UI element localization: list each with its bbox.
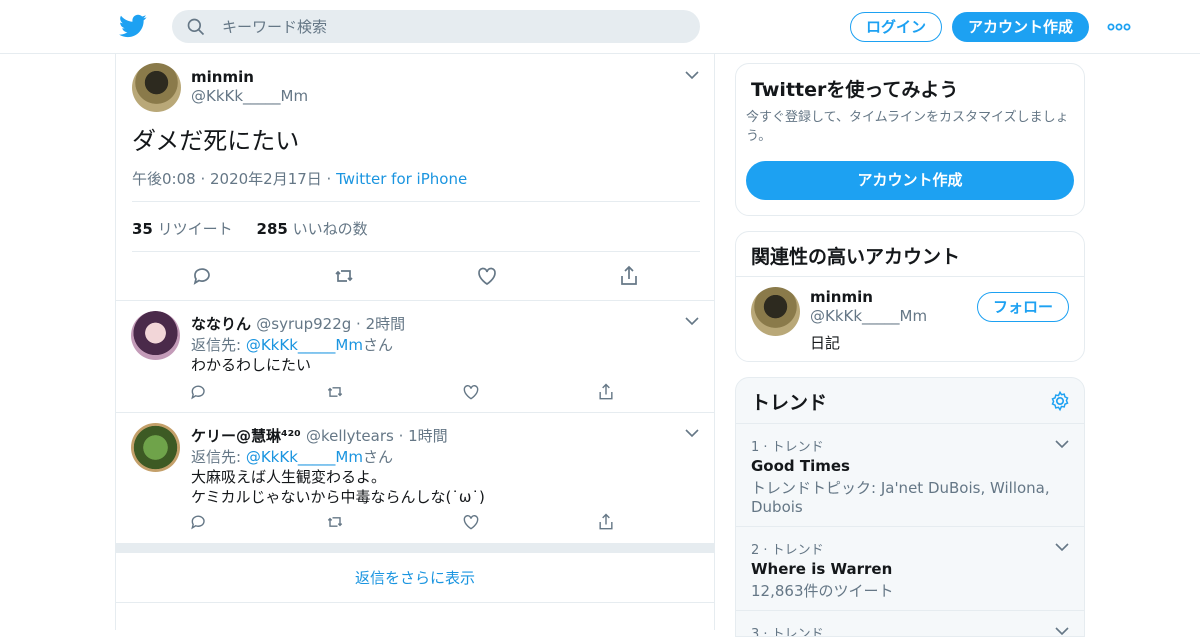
retweet-icon[interactable] [325,512,345,532]
chevron-down-icon[interactable] [685,70,699,80]
trend-subtitle: 12,863件のツイート [751,582,894,600]
reply-icon[interactable] [191,264,215,288]
signup-button[interactable]: アカウント作成 [952,12,1089,42]
like-icon[interactable] [461,382,481,402]
retweet-count[interactable]: 35 [132,220,153,238]
reply-to-handle-link[interactable]: @KkKk_____Mm [246,336,363,354]
chevron-down-icon[interactable] [1055,626,1069,636]
trend-item[interactable]: 3 · トレンド [736,610,1084,637]
reply-to-suffix: さん [362,336,393,354]
like-icon[interactable] [461,512,481,532]
search-input[interactable] [222,10,682,43]
share-icon[interactable] [596,512,616,532]
share-icon[interactable] [617,264,641,288]
like-icon[interactable] [475,264,499,288]
chevron-down-icon[interactable] [685,316,699,326]
tweet-timestamp[interactable]: 午後0:08 · 2020年2月17日 · [132,170,331,188]
reply-to: 返信先: @KkKk_____Mmさん [191,446,393,467]
related-account-handle[interactable]: @KkKk_____Mm [810,307,927,325]
retweet-icon[interactable] [332,264,356,288]
top-navigation-bar: ログイン アカウント作成 [0,0,1200,54]
signup-card-button[interactable]: アカウント作成 [746,161,1074,200]
like-label[interactable]: いいねの数 [293,220,368,238]
reply-author-name[interactable]: ケリー@慧琳⁴²⁰ [191,427,301,445]
login-button[interactable]: ログイン [850,12,942,42]
search-box[interactable] [172,10,700,43]
related-accounts-card: 関連性の高いアカウント minmin @KkKk_____Mm 日記 フォロー [735,231,1085,362]
search-icon [187,18,205,36]
divider [736,276,1084,277]
reply-author-handle[interactable]: @syrup922g · 2時間 [256,315,405,333]
share-icon[interactable] [596,382,616,402]
tweet-author-name[interactable]: minmin [191,68,254,86]
tweet-stats: 35 リツイート 285 いいねの数 [132,218,368,239]
gear-icon[interactable] [1049,390,1071,412]
avatar[interactable] [751,287,800,336]
tweet-column: minmin @KkKk_____Mm ダメだ死にたい 午後0:08 · 202… [115,54,715,630]
more-options-icon[interactable] [1107,20,1131,34]
reply-to-prefix: 返信先: [191,336,242,354]
reply-to-prefix: 返信先: [191,448,242,466]
tweet-meta: 午後0:08 · 2020年2月17日 · Twitter for iPhone [132,168,467,189]
avatar[interactable] [131,423,180,472]
tweet-text: ダメだ死にたい [132,127,300,155]
signup-card-description: 今すぐ登録して、タイムラインをカスタマイズしましょう。 [746,110,1069,144]
reply-icon[interactable] [189,512,209,532]
trend-item[interactable]: 1 · トレンド Good Times トレンドトピック: Ja'net DuB… [736,423,1084,526]
trend-name[interactable]: Where is Warren [751,560,892,578]
section-separator [116,543,714,553]
reply-to: 返信先: @KkKk_____Mmさん [191,334,393,355]
signup-card: Twitterを使ってみよう 今すぐ登録して、タイムラインをカスタマイズしましょ… [735,63,1085,216]
reply-author-name[interactable]: ななりん [191,315,251,333]
avatar[interactable] [132,63,181,112]
divider [132,251,700,252]
related-account-name[interactable]: minmin [810,288,873,306]
chevron-down-icon[interactable] [1055,542,1069,552]
reply-icon[interactable] [189,382,209,402]
trend-name[interactable]: Good Times [751,457,850,475]
chevron-down-icon[interactable] [685,428,699,438]
avatar[interactable] [131,311,180,360]
chevron-down-icon[interactable] [1055,439,1069,449]
like-count[interactable]: 285 [257,220,288,238]
trends-title: トレンド [751,392,828,414]
related-accounts-title: 関連性の高いアカウント [751,246,961,268]
divider [132,201,700,202]
retweet-label[interactable]: リツイート [158,220,233,238]
reply-to-handle-link[interactable]: @KkKk_____Mm [246,448,363,466]
reply-to-suffix: さん [362,448,393,466]
tweet-source-link[interactable]: Twitter for iPhone [336,170,467,188]
reply-text: 大麻吸えば人生観変わるよ。 ケミカルじゃないから中毒ならんしな(˙ω˙) [191,468,485,506]
tweet-author-handle[interactable]: @KkKk_____Mm [191,87,308,105]
trend-item[interactable]: 2 · トレンド Where is Warren 12,863件のツイート [736,526,1084,610]
trend-rank: 3 · トレンド [751,627,824,637]
reply-author[interactable]: ななりん @syrup922g · 2時間 [191,313,405,334]
trend-subtitle: トレンドトピック: Ja'net DuBois, Willona, Dubois [751,479,1050,516]
related-account-bio: 日記 [810,334,841,352]
reply-tweet[interactable]: ななりん @syrup922g · 2時間 返信先: @KkKk_____Mmさ… [116,300,714,413]
trend-rank: 2 · トレンド [751,543,824,558]
reply-author[interactable]: ケリー@慧琳⁴²⁰ @kellytears · 1時間 [191,425,448,446]
retweet-icon[interactable] [325,382,345,402]
reply-author-handle[interactable]: @kellytears · 1時間 [306,427,448,445]
twitter-logo-icon[interactable] [119,12,147,40]
trends-card: トレンド 1 · トレンド Good Times トレンドトピック: Ja'ne… [735,377,1085,637]
reply-tweet[interactable]: ケリー@慧琳⁴²⁰ @kellytears · 1時間 返信先: @KkKk__… [116,412,714,543]
show-more-replies-link[interactable]: 返信をさらに表示 [116,553,714,603]
reply-text: わかるわしにたい [191,356,312,374]
trend-rank: 1 · トレンド [751,440,824,455]
signup-card-title: Twitterを使ってみよう [751,79,959,101]
follow-button[interactable]: フォロー [977,292,1069,322]
